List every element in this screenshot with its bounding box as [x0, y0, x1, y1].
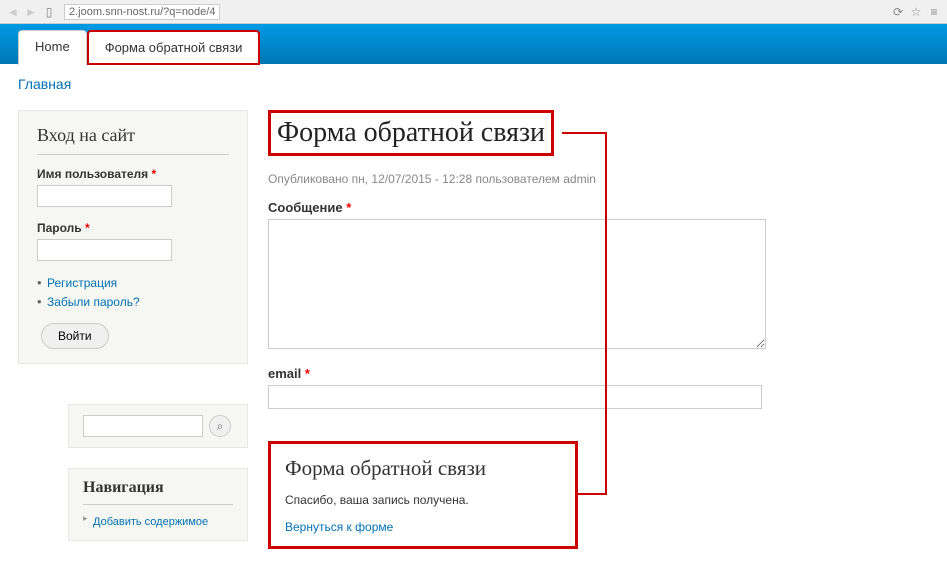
globe-icon: ▯ [42, 5, 56, 19]
tab-feedback[interactable]: Форма обратной связи [87, 30, 261, 65]
password-label: Пароль * [37, 221, 229, 235]
forward-icon[interactable]: ► [24, 5, 38, 19]
login-button[interactable]: Войти [41, 323, 109, 349]
password-input[interactable] [37, 239, 172, 261]
email-input[interactable] [268, 385, 762, 409]
back-icon[interactable]: ◄ [6, 5, 20, 19]
annotation-line [605, 132, 607, 493]
login-block: Вход на сайт Имя пользователя * Пароль *… [18, 110, 248, 364]
username-input[interactable] [37, 185, 172, 207]
reload-icon[interactable]: ⟳ [891, 5, 905, 19]
result-block: Форма обратной связи Спасибо, ваша запис… [268, 441, 578, 549]
star-icon[interactable]: ☆ [909, 5, 923, 19]
email-label: email * [268, 366, 929, 381]
page-title: Форма обратной связи [268, 110, 554, 156]
search-input[interactable] [83, 415, 203, 437]
required-star: * [152, 167, 157, 181]
back-to-form-link[interactable]: Вернуться к форме [285, 520, 393, 534]
navigation-block: Навигация Добавить содержимое [68, 468, 248, 541]
login-title: Вход на сайт [37, 125, 229, 155]
breadcrumb-home[interactable]: Главная [18, 76, 71, 92]
published-info: Опубликовано пн, 12/07/2015 - 12:28 поль… [268, 172, 929, 186]
annotation-line [578, 493, 607, 495]
required-star: * [346, 200, 351, 215]
browser-toolbar: ◄ ► ▯ 2.joom.snn-nost.ru/?q=node/4 ⟳ ☆ ≡ [0, 0, 947, 24]
tab-home[interactable]: Home [18, 30, 87, 65]
result-title: Форма обратной связи [285, 456, 561, 481]
message-label: Сообщение * [268, 200, 929, 215]
breadcrumb: Главная [0, 64, 947, 92]
required-star: * [305, 366, 310, 381]
register-link[interactable]: Регистрация [47, 276, 117, 290]
required-star: * [85, 221, 90, 235]
search-icon: ⌕ [217, 419, 224, 434]
result-thanks: Спасибо, ваша запись получена. [285, 493, 561, 507]
url-bar[interactable]: 2.joom.snn-nost.ru/?q=node/4 [64, 4, 220, 20]
username-label: Имя пользователя * [37, 167, 229, 181]
forgot-password-link[interactable]: Забыли пароль? [47, 295, 140, 309]
navigation-title: Навигация [83, 479, 233, 505]
search-button[interactable]: ⌕ [209, 415, 231, 437]
annotation-line [562, 132, 607, 134]
main-navbar: Home Форма обратной связи [0, 24, 947, 64]
add-content-link[interactable]: Добавить содержимое [93, 516, 208, 528]
menu-icon[interactable]: ≡ [927, 5, 941, 19]
message-textarea[interactable] [268, 219, 766, 349]
search-block: ⌕ [68, 404, 248, 448]
